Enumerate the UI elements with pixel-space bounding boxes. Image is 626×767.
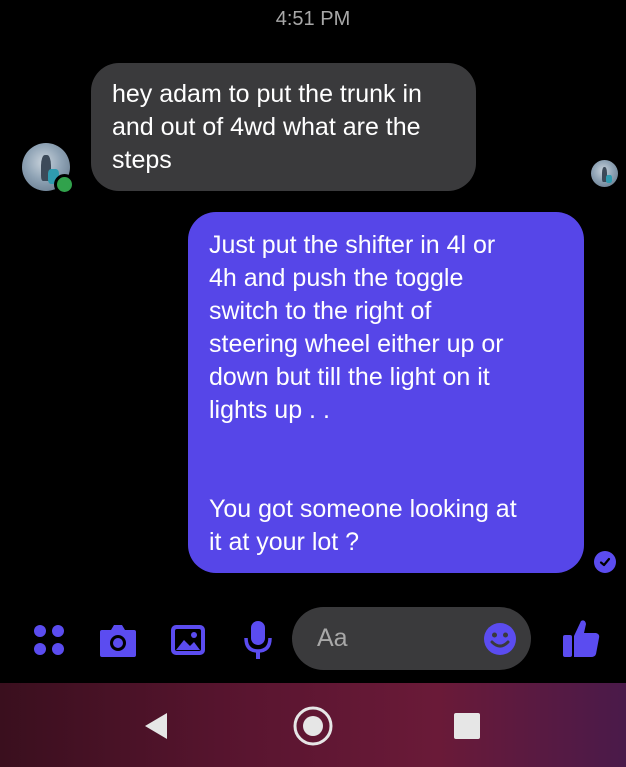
more-apps-icon	[34, 625, 64, 655]
navigation-bar	[0, 683, 626, 767]
gallery-icon	[171, 625, 205, 655]
home-icon[interactable]	[292, 705, 334, 747]
gallery-button[interactable]	[169, 621, 207, 659]
read-receipt-avatar	[591, 160, 618, 187]
emoji-button[interactable]	[483, 622, 517, 656]
message-timestamp: 4:51 PM	[275, 8, 351, 30]
microphone-icon	[244, 621, 272, 659]
recents-icon[interactable]	[453, 712, 481, 740]
emoji-icon	[484, 623, 516, 655]
thumbs-up-icon	[563, 620, 600, 657]
outgoing-message-bubble[interactable]: Just put the shifter in 4l or 4h and pus…	[188, 212, 584, 573]
incoming-message-bubble[interactable]: hey adam to put the trunk in and out of …	[91, 63, 476, 191]
online-status-dot	[54, 174, 75, 195]
voice-button[interactable]	[243, 619, 273, 661]
camera-icon	[100, 625, 136, 657]
seen-check-icon	[594, 551, 616, 573]
camera-button[interactable]	[98, 621, 138, 659]
back-icon[interactable]	[143, 711, 169, 741]
more-apps-button[interactable]	[31, 622, 67, 658]
like-button[interactable]	[561, 617, 601, 659]
message-input[interactable]	[315, 623, 479, 654]
